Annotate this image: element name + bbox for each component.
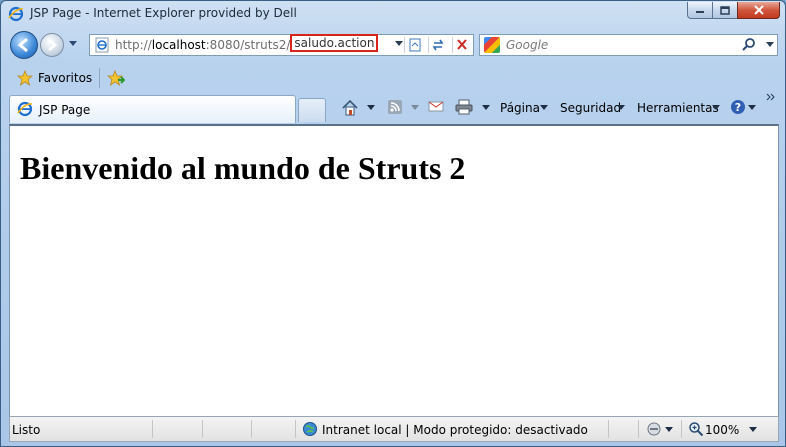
tab-jsp-page[interactable]: JSP Page	[9, 95, 296, 123]
page-heading: Bienvenido al mundo de Struts 2	[20, 150, 466, 186]
svg-text:?: ?	[735, 101, 741, 114]
search-input[interactable]: Google	[506, 38, 548, 52]
zoom-icon[interactable]	[688, 421, 704, 437]
status-divider	[152, 420, 153, 438]
status-divider	[202, 420, 203, 438]
popup-dropdown-icon[interactable]	[665, 427, 673, 432]
feeds-icon[interactable]	[387, 99, 403, 115]
status-divider	[251, 420, 252, 438]
forward-button[interactable]	[40, 33, 64, 57]
address-dropdown-icon[interactable]	[394, 40, 404, 48]
title-bar: JSP Page - Internet Explorer provided by…	[1, 1, 785, 27]
tab-label: JSP Page	[39, 103, 91, 117]
navigation-bar: http://localhost:8080/struts2/saludo.act…	[1, 27, 785, 63]
back-button[interactable]	[10, 31, 38, 59]
print-dropdown-icon[interactable]	[482, 105, 490, 110]
add-to-favorites-bar-icon[interactable]	[107, 70, 125, 86]
zoom-level[interactable]: 100%	[705, 423, 739, 437]
minimize-icon	[696, 11, 704, 13]
security-menu-dropdown-icon[interactable]	[617, 105, 625, 110]
intranet-zone-icon[interactable]	[302, 421, 318, 437]
new-tab-button[interactable]	[298, 98, 326, 122]
ie-logo-icon	[8, 6, 24, 22]
security-zone-text[interactable]: Intranet local | Modo protegido: desacti…	[322, 423, 588, 437]
maximize-icon	[720, 5, 730, 15]
favorites-bar: Favoritos	[1, 63, 785, 93]
page-menu[interactable]: Página	[500, 101, 540, 115]
page-menu-dropdown-icon[interactable]	[540, 105, 548, 110]
close-window-button[interactable]	[737, 2, 780, 19]
help-dropdown-icon[interactable]	[748, 105, 756, 110]
compatibility-view-icon[interactable]	[404, 37, 423, 53]
toolbar-divider	[99, 68, 100, 88]
browser-window: JSP Page - Internet Explorer provided by…	[0, 0, 786, 447]
status-divider	[638, 420, 639, 438]
read-mail-icon[interactable]	[428, 99, 444, 113]
search-icon[interactable]	[741, 37, 757, 53]
status-divider	[681, 420, 682, 438]
popup-blocker-icon[interactable]	[646, 421, 662, 437]
forward-arrow-icon	[48, 39, 57, 51]
tools-menu-dropdown-icon[interactable]	[712, 105, 720, 110]
toolbar-overflow-chevron-icon[interactable]	[766, 93, 775, 101]
refresh-icon[interactable]	[428, 37, 447, 53]
status-divider	[295, 420, 296, 438]
security-menu[interactable]: Seguridad	[560, 101, 621, 115]
print-icon[interactable]	[455, 99, 473, 115]
tab-command-bar: JSP Page Página Seguridad Herramientas ?	[1, 93, 785, 124]
search-options-dropdown-icon[interactable]	[765, 41, 775, 49]
help-icon[interactable]: ?	[730, 99, 746, 115]
url-highlighted-segment: saludo.action	[290, 34, 379, 52]
window-title: JSP Page - Internet Explorer provided by…	[30, 6, 297, 20]
address-bar[interactable]: http://localhost:8080/struts2/saludo.act…	[89, 34, 474, 56]
status-divider	[608, 420, 609, 438]
url-prefix: http://	[115, 38, 152, 52]
page-content: Bienvenido al mundo de Struts 2	[9, 124, 779, 416]
favorites-star-icon[interactable]	[17, 70, 33, 86]
page-ie-icon	[95, 37, 109, 53]
favorites-button[interactable]: Favoritos	[38, 71, 92, 85]
back-arrow-icon	[17, 37, 28, 53]
stop-icon[interactable]	[452, 37, 471, 53]
home-dropdown-icon[interactable]	[367, 105, 375, 110]
home-icon[interactable]	[341, 99, 359, 116]
minimize-button[interactable]	[687, 2, 713, 19]
tab-ie-icon	[17, 101, 33, 117]
status-bar: Listo Intranet local | Modo protegido: d…	[9, 416, 779, 442]
url-text[interactable]: http://localhost:8080/struts2/saludo.act…	[115, 34, 379, 52]
url-host: localhost	[151, 38, 206, 52]
search-box[interactable]: Google	[479, 34, 778, 56]
google-logo-icon[interactable]	[484, 37, 500, 53]
tools-menu[interactable]: Herramientas	[637, 101, 719, 115]
url-path: :8080/struts2/	[205, 38, 291, 52]
maximize-button[interactable]	[712, 2, 738, 19]
status-text: Listo	[12, 423, 41, 437]
close-icon	[753, 5, 764, 15]
feeds-dropdown-icon[interactable]	[411, 105, 419, 110]
recent-pages-dropdown-icon[interactable]	[68, 41, 78, 47]
zoom-dropdown-icon[interactable]	[749, 427, 757, 432]
